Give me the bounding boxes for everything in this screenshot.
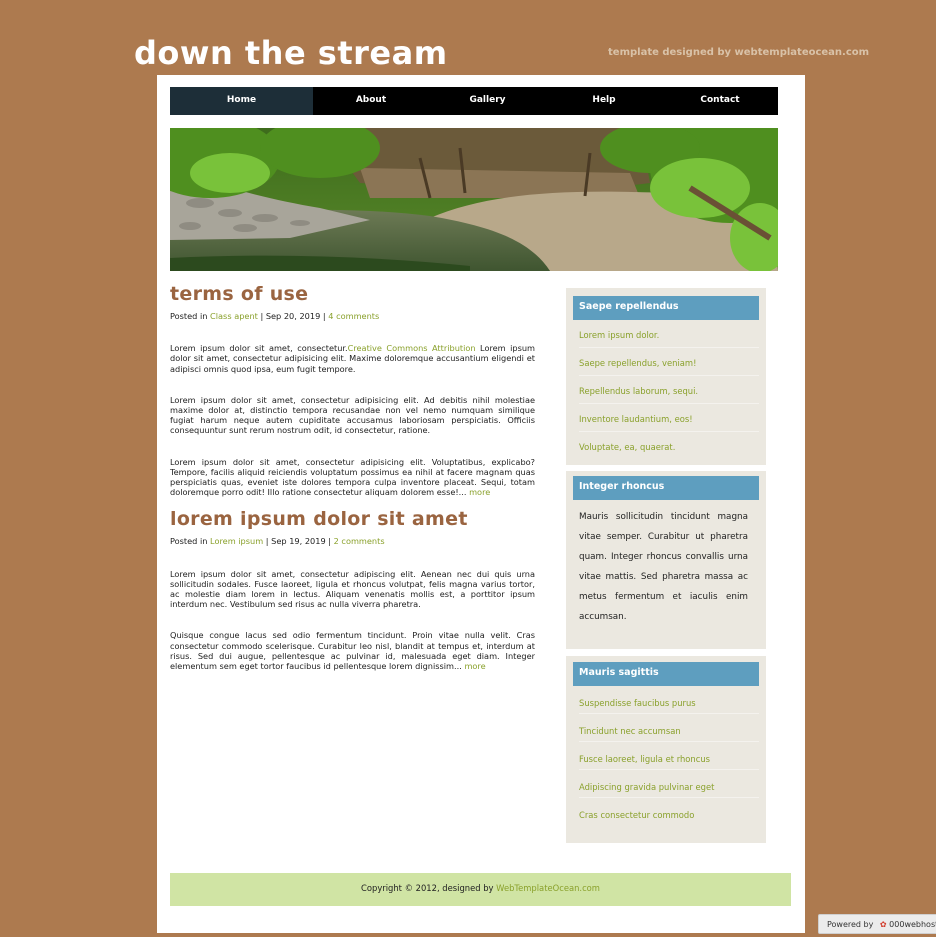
sidebar-link-list: Suspendisse faucibus purus Tincidunt nec… [573, 686, 759, 825]
nav-item-home[interactable]: Home [170, 87, 313, 115]
sidebar-box-title: Mauris sagittis [573, 662, 759, 686]
posted-label: Posted in [170, 311, 208, 321]
post-date: Sep 20, 2019 [265, 311, 321, 321]
sidebar: Saepe repellendus Lorem ipsum dolor. Sae… [566, 288, 766, 843]
copyright-text: Copyright © 2012, designed by [361, 883, 494, 893]
post-paragraph: Quisque congue lacus sed odio fermentum … [170, 630, 535, 672]
read-more-link[interactable]: more [464, 661, 485, 671]
sidebar-link-item[interactable]: Lorem ipsum dolor. [579, 320, 759, 348]
main-nav: Home About Gallery Help Contact [170, 87, 778, 115]
page-container: Home About Gallery Help Contact terms of… [157, 75, 805, 933]
sidebar-link-item[interactable]: Voluptate, ea, quaerat. [579, 432, 759, 459]
sidebar-link-item[interactable]: Tincidunt nec accumsan [579, 714, 759, 742]
post-paragraph: Lorem ipsum dolor sit amet, consectetur … [170, 456, 535, 498]
hosting-badge[interactable]: Powered by ✿ 000webhost [818, 914, 936, 934]
sidebar-link-item[interactable]: Repellendus laborum, sequi. [579, 376, 759, 404]
comments-link[interactable]: 4 comments [328, 311, 379, 321]
hero-stream-image [170, 128, 778, 271]
stream-landscape-graphic [170, 128, 778, 271]
post-paragraph: Lorem ipsum dolor sit amet, consectetur … [170, 394, 535, 436]
post-meta: Posted in Class apent | Sep 20, 2019 | 4… [170, 311, 380, 321]
footer-designer-link[interactable]: WebTemplateOcean.com [496, 883, 600, 893]
nav-item-help[interactable]: Help [546, 87, 662, 115]
powered-by-text: Powered by [827, 920, 874, 929]
sidebar-box-saepe: Saepe repellendus Lorem ipsum dolor. Sae… [566, 288, 766, 465]
posted-label: Posted in [170, 536, 208, 547]
footer: Copyright © 2012, designed by WebTemplat… [170, 873, 791, 906]
sidebar-link-item[interactable]: Adipiscing gravida pulvinar eget [579, 770, 759, 798]
site-title: down the stream [134, 34, 448, 72]
read-more-link[interactable]: more [469, 487, 490, 497]
sidebar-link-item[interactable]: Fusce laoreet, ligula et rhoncus [579, 742, 759, 770]
sidebar-link-item[interactable]: Cras consectetur commodo [579, 798, 759, 825]
main-content: terms of use Posted in Class apent | Sep… [170, 271, 535, 671]
post-title[interactable]: terms of use [170, 282, 535, 306]
sidebar-link-item[interactable]: Suspendisse faucibus purus [579, 686, 759, 714]
post-paragraph: Lorem ipsum dolor sit amet, consectetur … [170, 568, 535, 610]
category-link[interactable]: Lorem ipsum [210, 536, 263, 546]
site-tagline[interactable]: template designed by webtemplateocean.co… [608, 47, 869, 58]
category-link[interactable]: Class apent [210, 311, 258, 321]
post-date: Sep 19, 2019 [271, 536, 326, 547]
sidebar-box-title: Integer rhoncus [573, 476, 759, 500]
comments-link[interactable]: 2 comments [334, 536, 385, 546]
nav-item-gallery[interactable]: Gallery [429, 87, 546, 115]
sidebar-link-item[interactable]: Inventore laudantium, eos! [579, 404, 759, 432]
sidebar-box-mauris: Mauris sagittis Suspendisse faucibus pur… [566, 656, 766, 843]
post-lorem-ipsum: lorem ipsum dolor sit amet Posted in Lor… [170, 507, 535, 671]
post-terms-of-use: terms of use Posted in Class apent | Sep… [170, 282, 535, 497]
post-meta: Posted in Lorem ipsum | Sep 19, 2019 | 2… [170, 536, 385, 547]
sidebar-link-item[interactable]: Saepe repellendus, veniam! [579, 348, 759, 376]
post-title[interactable]: lorem ipsum dolor sit amet [170, 507, 535, 531]
license-link[interactable]: Creative Commons Attribution [348, 343, 476, 353]
sidebar-box-integer: Integer rhoncus Mauris sollicitudin tinc… [566, 471, 766, 649]
sidebar-box-title: Saepe repellendus [573, 296, 759, 320]
host-logo-icon: ✿ [879, 920, 887, 929]
nav-item-about[interactable]: About [313, 87, 429, 115]
host-brand-text: 000webhost [889, 920, 936, 929]
sidebar-link-list: Lorem ipsum dolor. Saepe repellendus, ve… [573, 320, 759, 459]
sidebar-box-text: Mauris sollicitudin tincidunt magna vita… [579, 512, 748, 622]
nav-item-contact[interactable]: Contact [662, 87, 778, 115]
post-paragraph: Lorem ipsum dolor sit amet, consectetur.… [170, 343, 536, 374]
